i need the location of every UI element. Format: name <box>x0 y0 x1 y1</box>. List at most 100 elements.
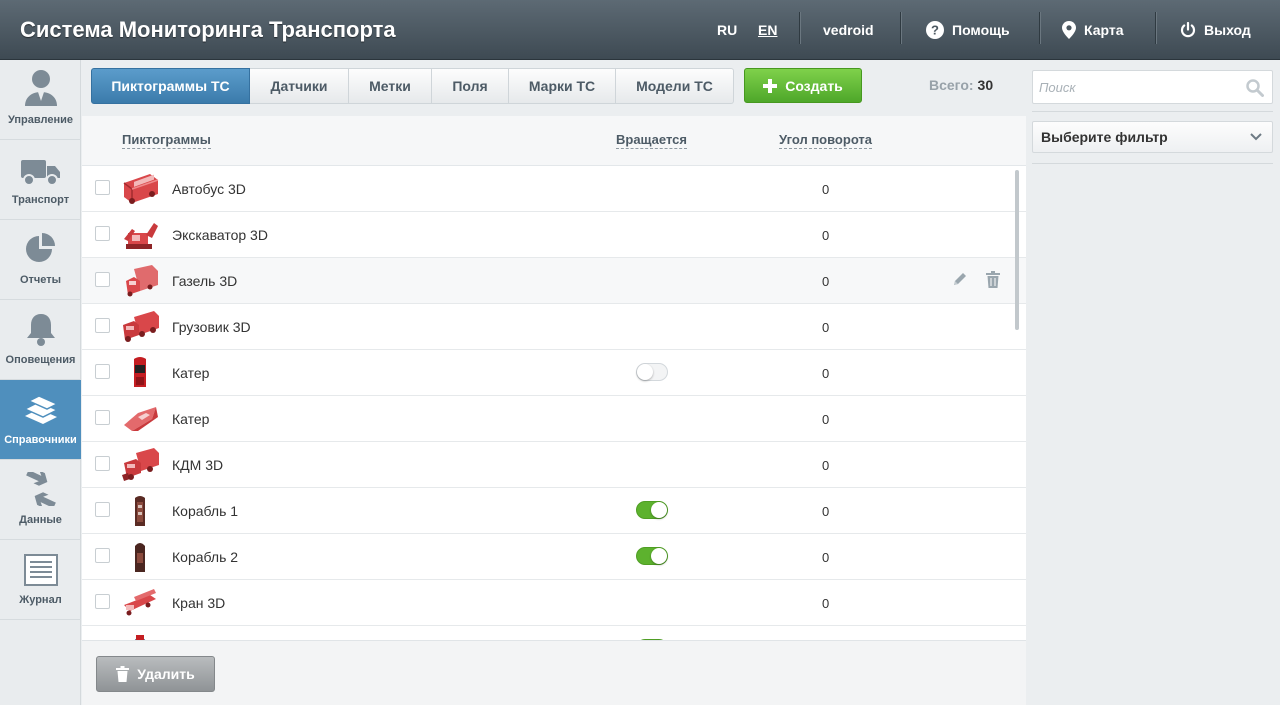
table-body: Автобус 3D 0 Экскаватор 3D 0 Газель 3D 0… <box>82 166 1026 640</box>
sidebar-item-transport[interactable]: Транспорт <box>0 140 81 220</box>
tab-fields[interactable]: Поля <box>432 68 509 104</box>
table-row[interactable]: Грузовик 3D 0 <box>82 304 1026 350</box>
help-link[interactable]: ? Помощь <box>926 20 1010 40</box>
logout-link[interactable]: Выход <box>1180 20 1251 40</box>
header-divider <box>1155 12 1156 44</box>
bell-icon <box>26 314 55 346</box>
delete-button[interactable]: Удалить <box>96 656 215 692</box>
rotate-toggle[interactable] <box>636 547 668 565</box>
column-angle[interactable]: Угол поворота <box>779 132 873 149</box>
search-input[interactable] <box>1033 71 1243 103</box>
table-header: Пиктограммы Вращается Угол поворота <box>82 116 1026 166</box>
row-checkbox[interactable] <box>95 364 110 379</box>
row-checkbox[interactable] <box>95 410 110 425</box>
rotate-toggle[interactable] <box>636 501 668 519</box>
edit-icon[interactable] <box>952 271 968 287</box>
row-checkbox[interactable] <box>95 456 110 471</box>
table-scrollbar[interactable] <box>1015 170 1019 330</box>
filter-label: Выберите фильтр <box>1041 129 1168 145</box>
table-row[interactable]: Газель 3D 0 <box>82 258 1026 304</box>
ship-1-icon <box>135 496 145 526</box>
sidebar-item-reports[interactable]: Отчеты <box>0 220 81 300</box>
kdm-icon <box>122 448 159 481</box>
table-row[interactable]: Автобус 3D 0 <box>82 166 1026 212</box>
row-angle: 0 <box>822 274 830 289</box>
tab-models[interactable]: Модели ТС <box>616 68 734 104</box>
row-checkbox[interactable] <box>95 502 110 517</box>
row-angle: 0 <box>822 320 830 335</box>
panel-divider <box>1032 111 1273 112</box>
user-icon <box>24 70 57 106</box>
search-icon[interactable] <box>1246 79 1264 97</box>
sidebar-item-label: Отчеты <box>19 274 62 286</box>
row-name: Катер <box>172 411 210 427</box>
row-angle: 0 <box>822 412 830 427</box>
trash-icon <box>116 666 130 682</box>
app-title: Система Мониторинга Транспорта <box>20 17 396 42</box>
create-button[interactable]: Создать <box>744 68 862 103</box>
table-row[interactable]: Корабль 1 0 <box>82 488 1026 534</box>
truck-icon <box>20 160 60 186</box>
search-box <box>1032 70 1273 104</box>
table-footer: Удалить <box>82 640 1026 705</box>
table-row[interactable]: Экскаватор 3D 0 <box>82 212 1026 258</box>
table-row[interactable]: Катер 0 <box>82 396 1026 442</box>
row-name: Корабль 2 <box>172 549 239 565</box>
logout-label: Выход <box>1204 22 1251 38</box>
partial-icon <box>134 635 146 640</box>
bus-icon <box>123 174 159 204</box>
row-checkbox[interactable] <box>95 272 110 287</box>
exchange-icon <box>25 472 56 506</box>
row-name: КДМ 3D <box>172 457 224 473</box>
filter-panel: Выберите фильтр <box>1027 60 1280 705</box>
trash-icon[interactable] <box>986 271 1000 288</box>
delete-label: Удалить <box>137 666 195 682</box>
tab-brands[interactable]: Марки ТС <box>509 68 616 104</box>
row-checkbox[interactable] <box>95 226 110 241</box>
column-rotates[interactable]: Вращается <box>616 132 687 149</box>
svg-text:?: ? <box>931 23 939 38</box>
row-checkbox[interactable] <box>95 594 110 609</box>
lang-ru-link[interactable]: RU <box>717 22 737 38</box>
map-label: Карта <box>1084 22 1124 38</box>
sidebar-item-references[interactable]: Справочники <box>0 380 81 460</box>
row-angle: 0 <box>822 458 830 473</box>
map-pin-icon <box>1062 21 1076 39</box>
sidebar-item-label: Оповещения <box>5 354 76 366</box>
filter-select[interactable]: Выберите фильтр <box>1032 121 1273 153</box>
table-row[interactable]: Кран 3D 0 <box>82 580 1026 626</box>
table-row[interactable]: Катер 0 <box>82 350 1026 396</box>
sidebar-item-label: Управление <box>7 114 73 126</box>
tab-vehicle-icons[interactable]: Пиктограммы ТС <box>91 68 250 104</box>
create-label: Создать <box>785 77 843 94</box>
user-menu[interactable]: vedroid <box>823 20 874 40</box>
sidebar-item-journal[interactable]: Журнал <box>0 540 81 620</box>
rotate-toggle[interactable] <box>636 363 668 381</box>
row-checkbox[interactable] <box>95 548 110 563</box>
tab-sensors[interactable]: Датчики <box>250 68 349 104</box>
sidebar-item-label: Справочники <box>4 434 77 446</box>
map-link[interactable]: Карта <box>1062 20 1124 40</box>
header-divider <box>1039 12 1040 44</box>
main-panel: Пиктограммы ТС Датчики Метки Поля Марки … <box>82 60 1026 705</box>
plus-icon <box>763 78 778 93</box>
tab-labels[interactable]: Метки <box>349 68 432 104</box>
row-name: Газель 3D <box>172 273 238 289</box>
table-row[interactable]: Корабль 2 0 <box>82 534 1026 580</box>
help-label: Помощь <box>952 22 1010 38</box>
power-icon <box>1180 22 1196 38</box>
column-icons[interactable]: Пиктограммы <box>122 132 211 149</box>
row-checkbox[interactable] <box>95 180 110 195</box>
table-row[interactable] <box>82 626 1026 640</box>
crane-icon <box>124 589 156 616</box>
lang-en-link[interactable]: EN <box>758 22 777 38</box>
sidebar-item-alerts[interactable]: Оповещения <box>0 300 81 380</box>
row-checkbox[interactable] <box>95 318 110 333</box>
sidebar-item-data[interactable]: Данные <box>0 460 81 540</box>
table-row[interactable]: КДМ 3D 0 <box>82 442 1026 488</box>
total-value: 30 <box>977 77 994 93</box>
sidebar-item-management[interactable]: Управление <box>0 60 81 140</box>
tab-bar: Пиктограммы ТС Датчики Метки Поля Марки … <box>82 60 1026 116</box>
header-divider <box>900 12 901 44</box>
truck-3d-icon <box>123 311 159 342</box>
